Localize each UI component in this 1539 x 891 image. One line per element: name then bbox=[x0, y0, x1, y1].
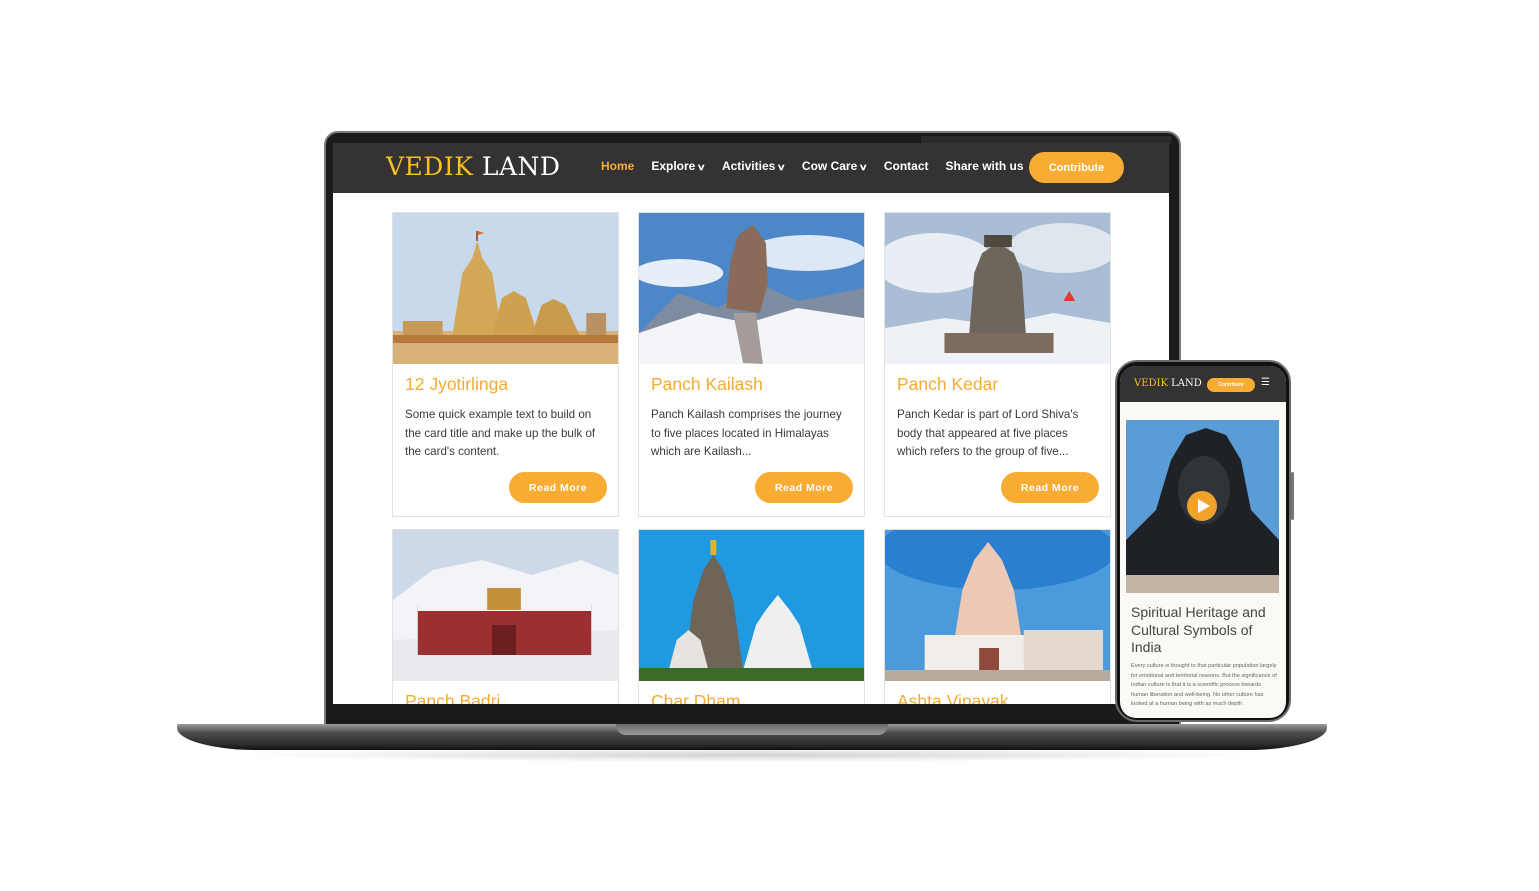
card-title: Char Dham bbox=[651, 691, 741, 704]
card-text: Panch Kedar is part of Lord Shiva's body… bbox=[897, 408, 1079, 459]
brand-part1: VEDIK bbox=[386, 152, 474, 181]
brand-part2: LAND bbox=[481, 152, 561, 181]
brand-part1: VEDIK bbox=[1134, 378, 1168, 389]
card-title: Ashta Vinayak bbox=[897, 691, 1009, 704]
adiyogi-statue-image bbox=[1126, 420, 1279, 593]
nav-item-explore[interactable]: Explore ∨ bbox=[651, 159, 707, 173]
chevron-down-icon: ∨ bbox=[776, 162, 787, 172]
card-title: Panch Badri bbox=[405, 691, 501, 704]
card-char-dham: Char Dham bbox=[638, 529, 865, 704]
contribute-button[interactable]: Contribute bbox=[1029, 152, 1124, 183]
card-panch-kailash: Panch Kailash Panch Kailash comprises th… bbox=[638, 212, 865, 517]
mobile-brand-logo[interactable]: VEDIK LAND bbox=[1134, 378, 1202, 389]
card-panch-badri: Panch Badri bbox=[392, 529, 619, 704]
card-title: 12 Jyotirlinga bbox=[405, 374, 509, 394]
mountain-image bbox=[639, 213, 864, 364]
nav-item-contact[interactable]: Contact bbox=[884, 159, 929, 173]
hamburger-menu-icon[interactable]: ☰ bbox=[1261, 377, 1270, 388]
nav-item-share[interactable]: Share with us bbox=[946, 159, 1024, 173]
phone-screen: VEDIK LAND Contribute ☰ Spiritual Herita… bbox=[1120, 366, 1286, 718]
card-panch-kedar: Panch Kedar Panch Kedar is part of Lord … bbox=[884, 212, 1111, 517]
card-jyotirlinga: 12 Jyotirlinga Some quick example text t… bbox=[392, 212, 619, 517]
mobile-hero-text: Every culture is thought to that particu… bbox=[1131, 663, 1277, 708]
phone-side-button bbox=[1291, 472, 1294, 520]
read-more-button[interactable]: Read More bbox=[755, 472, 853, 503]
card-title: Panch Kailash bbox=[651, 374, 763, 394]
navbar: VEDIK LAND Home Explore ∨ Activities ∨ Cow… bbox=[333, 143, 1169, 193]
laptop-screen: VEDIK LAND Home Explore ∨ Activities ∨ Cow… bbox=[333, 143, 1169, 704]
chevron-down-icon: ∨ bbox=[697, 162, 707, 172]
mobile-contribute-button[interactable]: Contribute bbox=[1207, 378, 1255, 392]
card-ashta-vinayak: Ashta Vinayak bbox=[884, 529, 1111, 704]
temple-image bbox=[393, 213, 618, 364]
chevron-down-icon: ∨ bbox=[858, 162, 869, 172]
nav-item-label: Explore bbox=[651, 159, 696, 173]
nav-menu: Home Explore ∨ Activities ∨ Cow Care ∨ Cont… bbox=[601, 159, 1024, 173]
brand-logo[interactable]: VEDIK LAND bbox=[386, 152, 560, 181]
laptop-base bbox=[177, 724, 1327, 750]
card-text: Some quick example text to build on the … bbox=[405, 408, 596, 459]
laptop-notch bbox=[616, 724, 888, 735]
temple-image bbox=[393, 530, 618, 681]
temple-image bbox=[639, 530, 864, 681]
brand-part2: LAND bbox=[1171, 378, 1202, 389]
nav-item-label: Activities bbox=[721, 159, 776, 173]
temple-image bbox=[885, 530, 1110, 681]
nav-item-cow-care[interactable]: Cow Care ∨ bbox=[801, 159, 869, 173]
card-text: Panch Kailash comprises the journey to f… bbox=[651, 408, 842, 459]
nav-item-activities[interactable]: Activities ∨ bbox=[721, 159, 787, 173]
nav-item-home[interactable]: Home bbox=[601, 159, 634, 173]
read-more-button[interactable]: Read More bbox=[1001, 472, 1099, 503]
read-more-button[interactable]: Read More bbox=[509, 472, 607, 503]
mobile-navbar: VEDIK LAND Contribute ☰ bbox=[1120, 366, 1286, 402]
nav-item-label: Cow Care bbox=[801, 159, 858, 173]
temple-image bbox=[885, 213, 1110, 364]
mobile-hero-title: Spiritual Heritage and Cultural Symbols … bbox=[1131, 604, 1266, 655]
laptop-shadow bbox=[230, 748, 1270, 762]
card-title: Panch Kedar bbox=[897, 374, 999, 394]
